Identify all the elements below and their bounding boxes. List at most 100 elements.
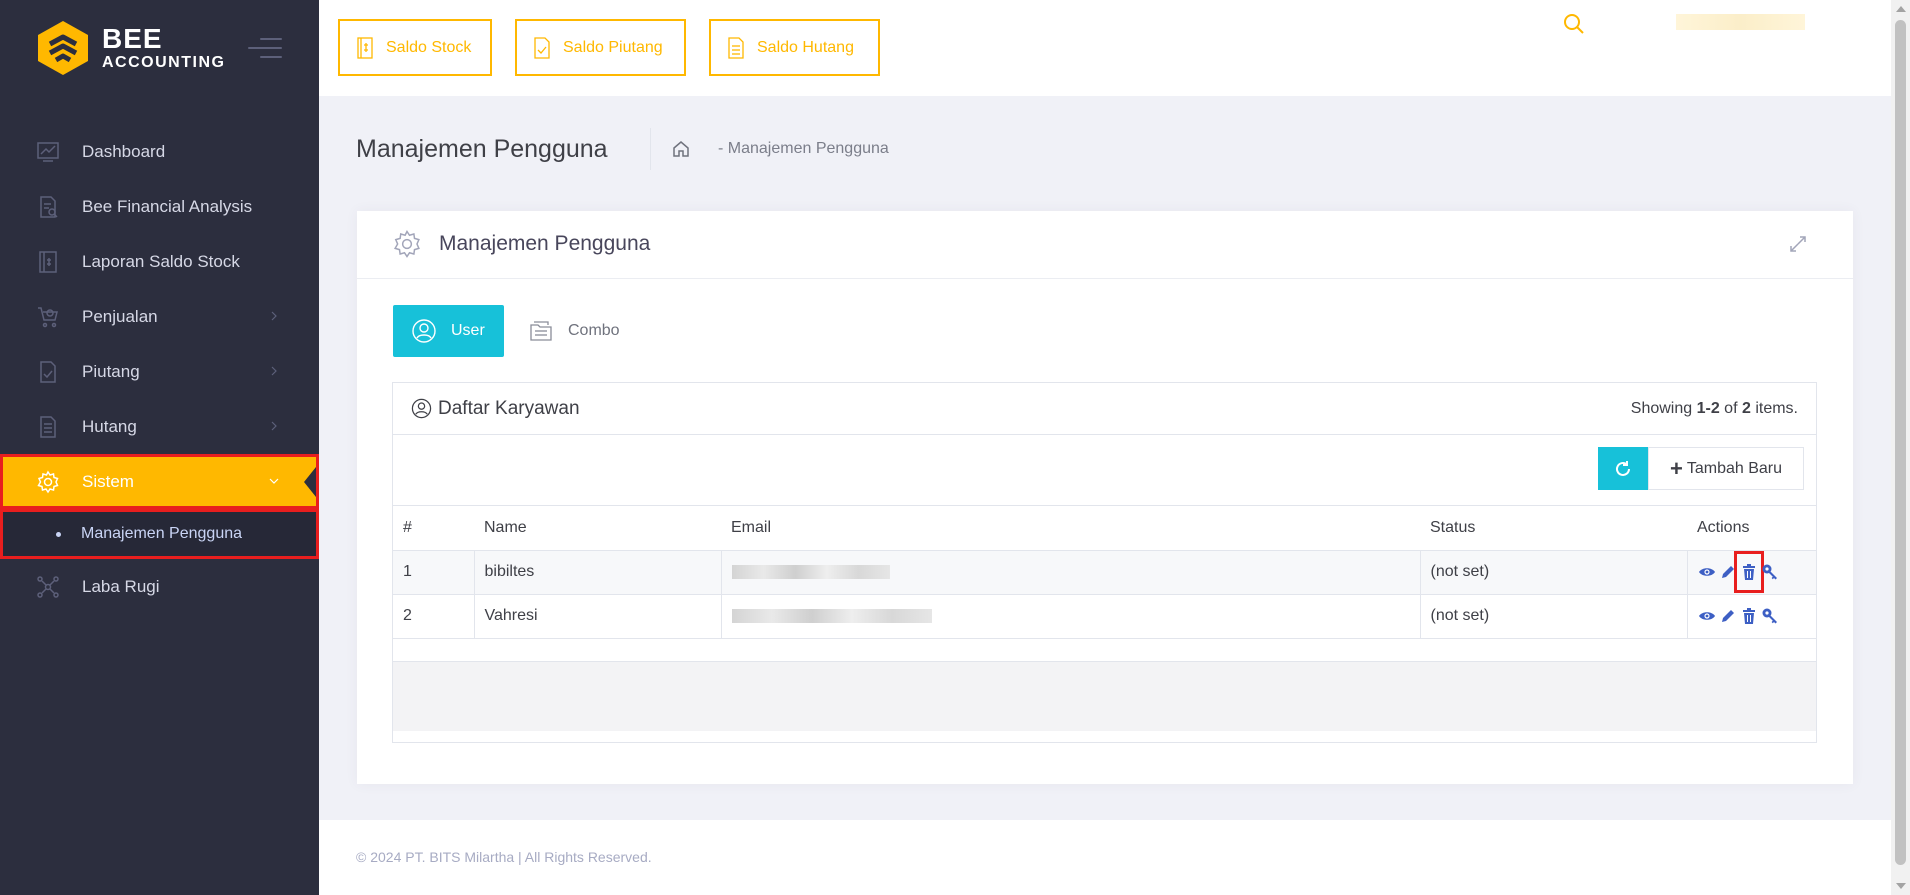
gear-icon <box>393 230 420 258</box>
cart-icon <box>38 306 58 327</box>
row-email <box>721 594 1421 639</box>
saldo-piutang-button[interactable]: Saldo Piutang <box>515 19 686 76</box>
delete-trash-icon[interactable] <box>1733 551 1764 593</box>
view-eye-icon[interactable] <box>1698 607 1716 625</box>
sidebar-item-label: Laporan Saldo Stock <box>82 251 240 271</box>
row-number: 2 <box>393 594 475 639</box>
sidebar-item-piutang[interactable]: Piutang <box>0 344 319 399</box>
saldo-hutang-button[interactable]: Saldo Hutang <box>709 19 880 76</box>
row-actions <box>1687 594 1816 639</box>
chevron-right-icon <box>271 311 277 321</box>
stock-report-icon <box>357 36 373 59</box>
sidebar-item-laba-rugi[interactable]: Laba Rugi <box>0 559 319 614</box>
delete-trash-icon[interactable] <box>1740 607 1758 625</box>
sidebar-item-bee-financial-analysis[interactable]: Bee Financial Analysis <box>0 179 319 234</box>
page-title: Manajemen Pengguna <box>356 135 608 163</box>
scroll-up-arrow-icon[interactable] <box>1896 6 1906 12</box>
tab-user-label: User <box>451 322 485 339</box>
plus-icon: + <box>1669 455 1683 481</box>
topbar: Saldo Stock Saldo Piutang Saldo Hutang <box>319 0 1891 96</box>
bee-logo-icon <box>38 21 88 75</box>
table-summary: Showing 1-2 of 2 items. <box>1630 400 1798 417</box>
key-icon[interactable] <box>1761 607 1779 625</box>
sidebar-item-penjualan[interactable]: Penjualan <box>0 289 319 344</box>
brand-logo[interactable]: BEE ACCOUNTING <box>36 20 225 76</box>
row-number: 1 <box>393 550 475 595</box>
breadcrumb[interactable]: - Manajemen Pengguna <box>718 140 889 158</box>
copyright-text: © 2024 PT. BITS Milartha | All Rights Re… <box>356 849 652 865</box>
expand-icon[interactable] <box>1789 235 1807 253</box>
portlet-title: Manajemen Pengguna <box>439 232 651 255</box>
tab-combo-label: Combo <box>568 322 620 339</box>
sidebar-item-label: Hutang <box>82 416 137 436</box>
home-icon[interactable] <box>671 139 691 159</box>
sidebar-item-dashboard[interactable]: Dashboard <box>0 124 319 179</box>
brand-subtitle: ACCOUNTING <box>102 54 226 71</box>
sidebar-item-hutang[interactable]: Hutang <box>0 399 319 454</box>
employee-list-panel: Daftar Karyawan Showing 1-2 of 2 items. … <box>392 382 1817 743</box>
user-management-portlet: Manajemen Pengguna User Combo Daftar Kar… <box>357 211 1853 784</box>
gear-icon <box>37 470 59 493</box>
row-actions <box>1687 550 1816 595</box>
tab-combo[interactable]: Combo <box>504 305 620 357</box>
chevron-right-icon <box>271 366 277 376</box>
column-header-name[interactable]: Name <box>474 506 721 551</box>
page-scrollbar[interactable] <box>1891 0 1910 895</box>
column-header-actions: Actions <box>1687 506 1816 551</box>
sidebar-item-label: Laba Rugi <box>82 576 160 596</box>
sidebar-item-label: Penjualan <box>82 306 158 326</box>
brand-name: BEE <box>102 23 163 54</box>
sidebar-item-sistem[interactable]: Sistem <box>0 454 319 509</box>
row-name: bibiltes <box>474 550 722 595</box>
refresh-icon <box>1616 460 1630 476</box>
sidebar-item-label: Sistem <box>82 471 134 491</box>
folder-icon <box>530 321 552 341</box>
row-status: (not set) <box>1420 594 1688 639</box>
users-table: # Name Email Status Actions 1 bibiltes (… <box>393 506 1816 639</box>
document-lines-icon <box>40 415 56 438</box>
network-icon <box>37 575 59 598</box>
sidebar-item-label: Bee Financial Analysis <box>82 196 253 216</box>
user-name-redacted[interactable] <box>1676 14 1805 30</box>
sidebar-toggle-icon[interactable] <box>248 38 282 60</box>
table-row: 2 Vahresi (not set) <box>393 594 1816 639</box>
document-check-icon <box>40 360 56 383</box>
add-new-label: Tambah Baru <box>1686 459 1783 477</box>
sidebar-item-label: Piutang <box>82 361 140 381</box>
bullet-icon <box>56 531 61 537</box>
column-header-number[interactable]: # <box>393 506 474 551</box>
document-check-icon <box>534 36 550 59</box>
scroll-down-arrow-icon[interactable] <box>1896 883 1906 889</box>
edit-pencil-icon[interactable] <box>1719 563 1737 581</box>
column-header-email[interactable]: Email <box>721 506 1420 551</box>
subheader-separator <box>650 128 651 170</box>
add-new-button[interactable]: + Tambah Baru <box>1648 447 1804 490</box>
edit-pencil-icon[interactable] <box>1719 607 1737 625</box>
chevron-down-icon <box>269 478 279 484</box>
sidebar: BEE ACCOUNTING Dashboard Bee Financial A… <box>0 0 319 895</box>
tab-user[interactable]: User <box>393 305 504 357</box>
scrollbar-thumb[interactable] <box>1895 20 1906 865</box>
column-header-status[interactable]: Status <box>1420 506 1687 551</box>
saldo-stock-label: Saldo Stock <box>386 38 472 56</box>
email-redacted <box>731 564 890 579</box>
table-footer <box>393 660 1816 731</box>
row-email <box>721 550 1421 595</box>
document-lines-icon <box>728 36 744 59</box>
user-circle-icon <box>411 398 432 419</box>
chevron-right-icon <box>271 421 277 431</box>
saldo-stock-button[interactable]: Saldo Stock <box>338 19 492 76</box>
user-circle-icon <box>412 319 436 343</box>
table-row: 1 bibiltes (not set) <box>393 550 1816 595</box>
stock-report-icon <box>39 250 57 273</box>
sidebar-subitem-manajemen-pengguna[interactable]: Manajemen Pengguna <box>0 509 319 559</box>
sidebar-item-label: Manajemen Pengguna <box>81 525 243 542</box>
saldo-piutang-label: Saldo Piutang <box>563 38 663 56</box>
key-icon[interactable] <box>1761 563 1779 581</box>
sidebar-item-laporan-saldo-stock[interactable]: Laporan Saldo Stock <box>0 234 319 289</box>
view-eye-icon[interactable] <box>1698 563 1716 581</box>
refresh-button[interactable] <box>1598 447 1648 490</box>
row-status: (not set) <box>1420 550 1688 595</box>
search-icon[interactable] <box>1562 12 1586 36</box>
page-footer: © 2024 PT. BITS Milartha | All Rights Re… <box>319 820 1891 895</box>
